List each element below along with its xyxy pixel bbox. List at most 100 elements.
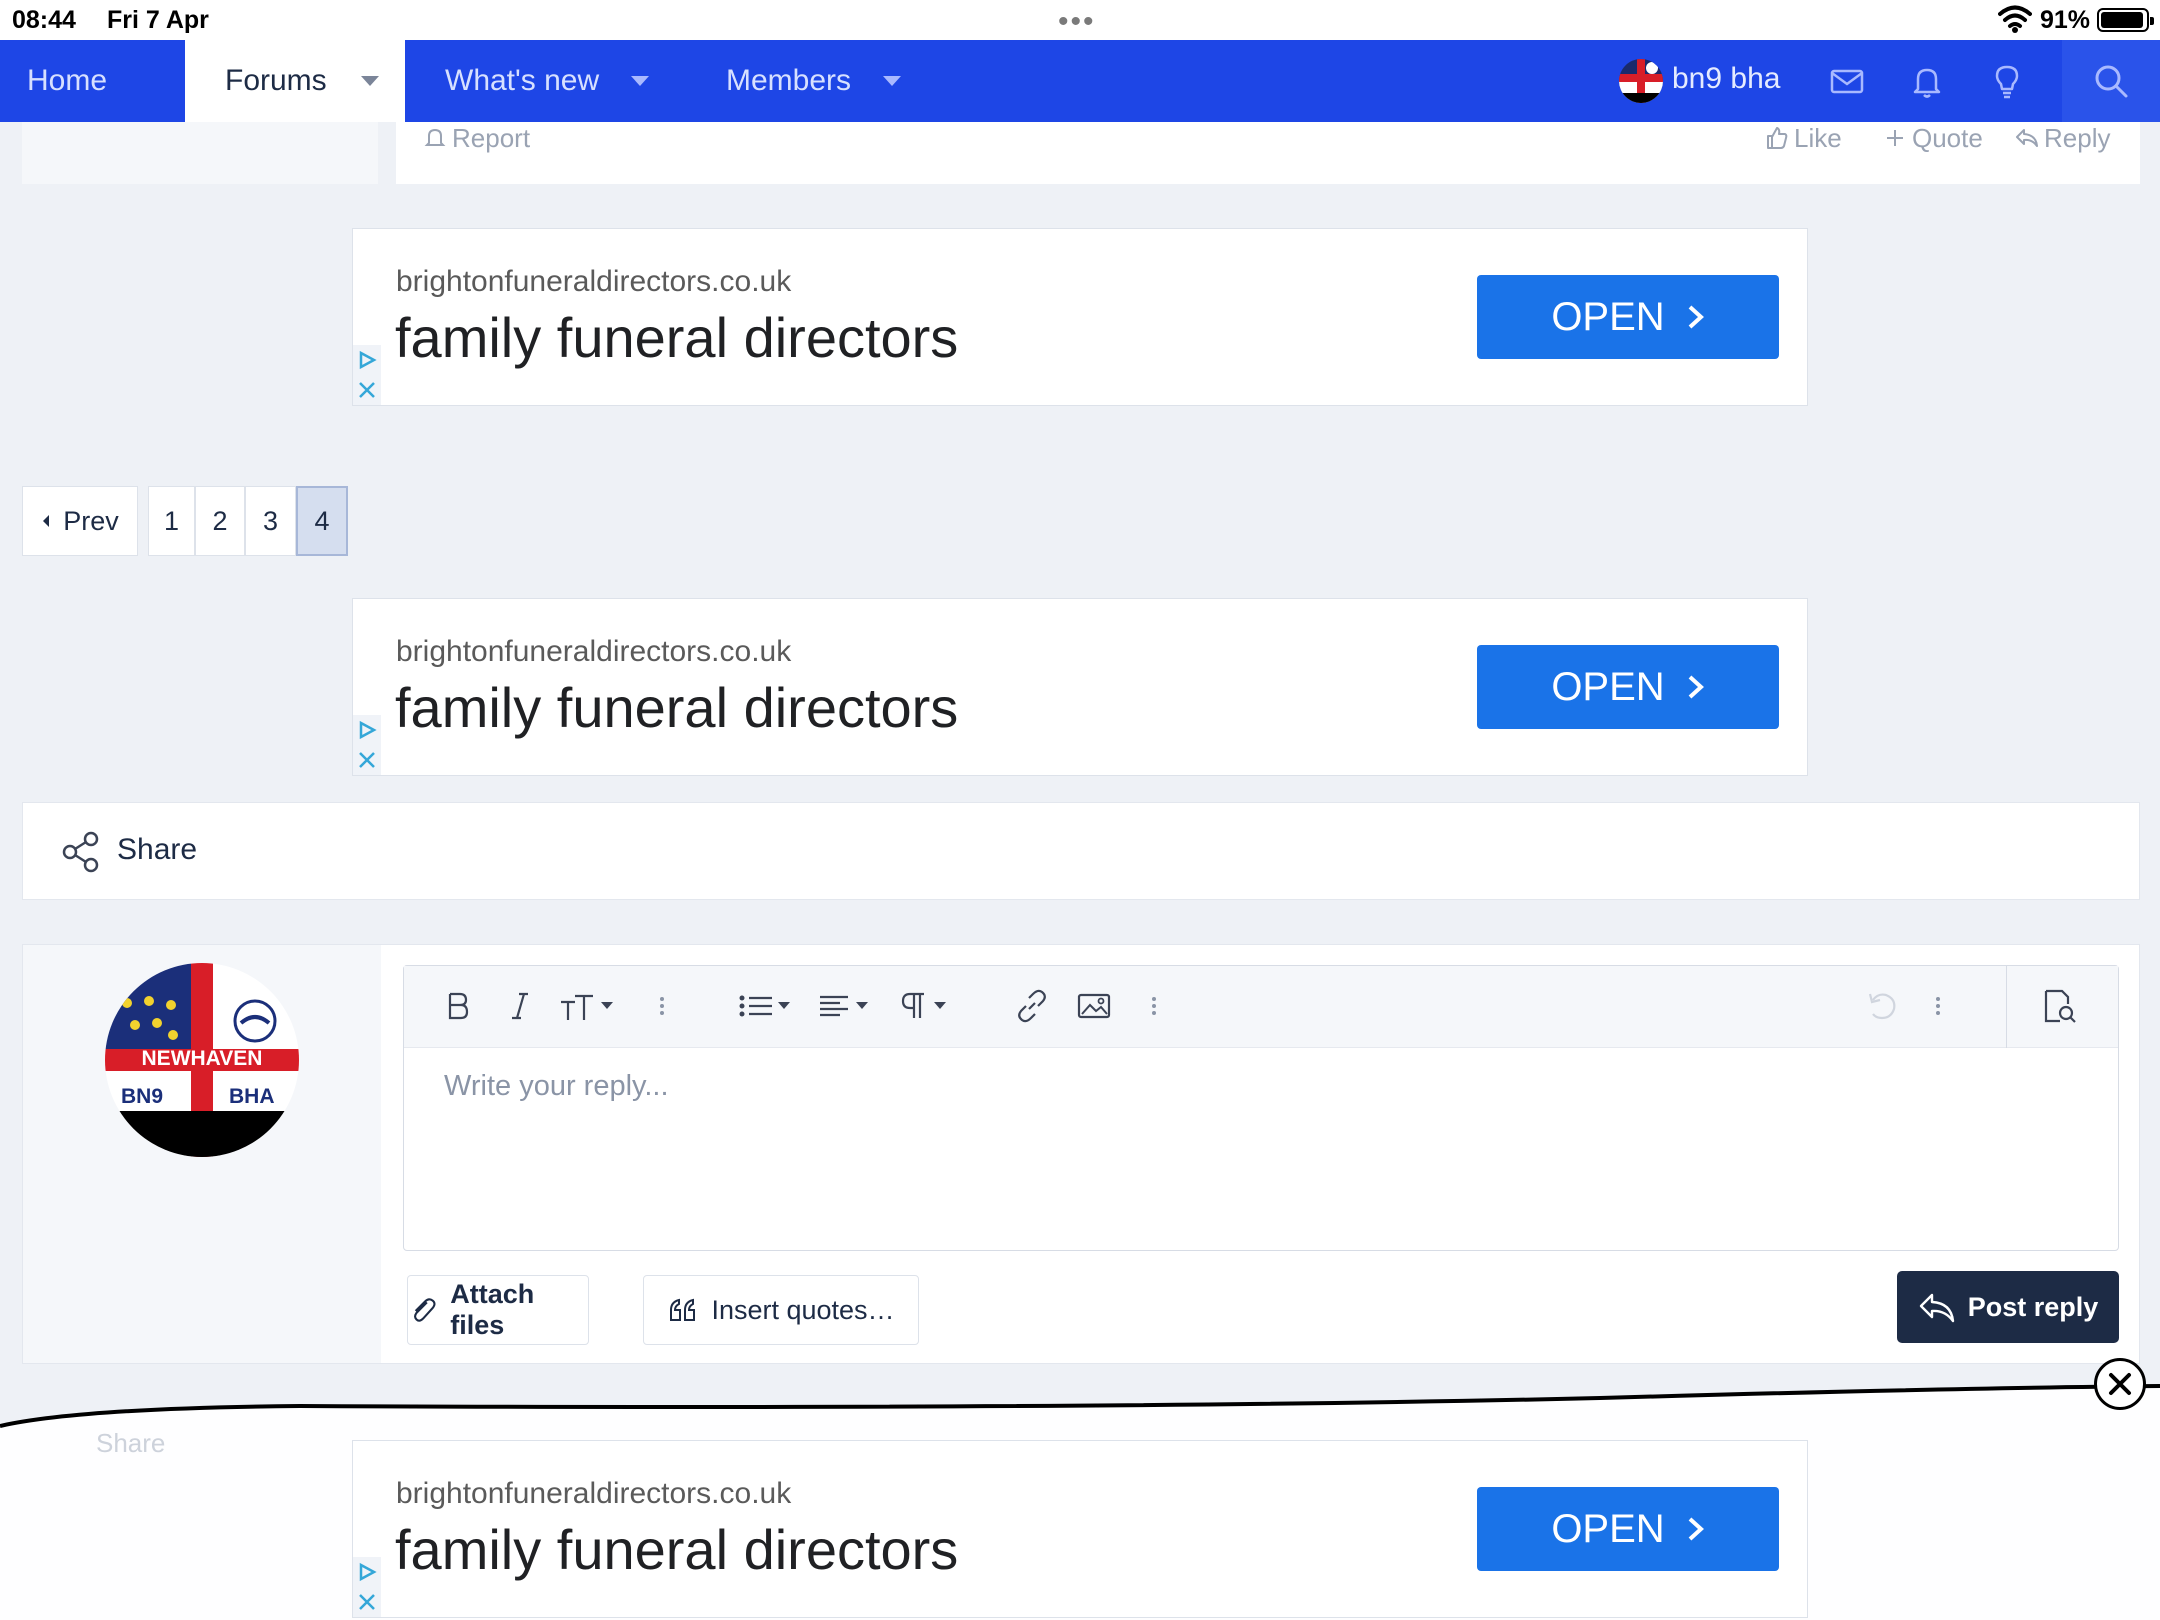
ad-open-button[interactable]: OPEN [1477,275,1779,359]
nav-tab-whats-new[interactable]: What's new [445,40,675,122]
pagination-prev-label: Prev [63,505,119,536]
paragraph-button[interactable] [900,986,956,1026]
lightbulb-icon[interactable] [1986,60,2028,102]
report-link[interactable]: Report [422,122,530,154]
status-bar: 08:44 Fri 7 Apr ••• 91% [0,0,2160,40]
nav-tab-label: Home [26,64,108,97]
more-insert-options-icon[interactable] [1150,986,1158,1026]
pagination-prev[interactable]: Prev [22,486,138,556]
sticky-ad-banner[interactable]: brightonfuneraldirectors.co.uk family fu… [352,1440,1808,1618]
wifi-icon [1998,5,2032,33]
ad-open-label: OPEN [1551,294,1665,339]
adchoices-icon[interactable] [353,715,381,745]
chevron-right-icon [1688,675,1704,699]
reply-avatar-column: NEWHAVEN BN9 BHA [23,945,381,1363]
pagination-page-1[interactable]: 1 [148,486,195,556]
chevron-down-icon[interactable] [631,76,650,86]
ad-open-label: OPEN [1551,664,1665,709]
page-number: 1 [163,505,180,536]
link-button[interactable] [1014,986,1050,1026]
paragraph-icon [901,992,946,1018]
ad-close-icon[interactable] [353,745,381,775]
bold-icon [448,992,469,1020]
ad-close-icon[interactable] [353,375,381,405]
post-author-column [22,122,378,184]
chevron-down-icon[interactable] [883,76,902,86]
nav-tab-label: Forums [225,64,327,97]
attach-files-button[interactable]: Attach files [407,1275,589,1345]
insert-quotes-button[interactable]: Insert quotes… [643,1275,919,1345]
quote-icon [670,1298,696,1321]
post-reply-button[interactable]: Post reply [1897,1271,2119,1343]
list-button[interactable] [738,986,794,1026]
preview-button[interactable] [2040,986,2080,1026]
page-number: 2 [212,505,228,536]
chevron-right-icon [1688,305,1704,329]
pagination-page-3[interactable]: 3 [245,486,296,556]
sticky-ad-close-button[interactable] [2094,1358,2146,1410]
like-label: Like [1794,122,1842,153]
reply-placeholder[interactable]: Write your reply... [444,1070,669,1103]
avatar-text-bn9: BN9 [121,1085,164,1108]
reply-user-avatar[interactable]: NEWHAVEN BN9 BHA [105,963,299,1157]
main-navigation: Home Forums What's new Members bn9 bha [0,40,2160,122]
ad-open-button[interactable]: OPEN [1477,1487,1779,1571]
align-button[interactable] [818,986,874,1026]
user-avatar[interactable] [1619,59,1663,103]
ad-close-icon[interactable] [353,1587,381,1617]
quote-link[interactable]: Quote [1882,122,1983,154]
pagination-page-2[interactable]: 2 [195,486,245,556]
nav-tab-forums[interactable]: Forums [185,40,405,122]
ad-open-button[interactable]: OPEN [1477,645,1779,729]
nav-username[interactable]: bn9 bha [1672,62,1780,96]
battery-icon [2097,8,2154,32]
align-icon [820,995,868,1017]
more-options-icon[interactable] [1934,986,1942,1026]
plus-icon [1887,130,1903,146]
chevron-right-icon [1688,1517,1704,1541]
battery-percent: 91% [2040,6,2091,34]
search-button[interactable] [2062,40,2160,122]
reply-editor[interactable]: Write your reply... [403,965,2119,1251]
attach-files-label: Attach files [450,1279,535,1340]
list-icon [739,995,790,1017]
share-icon [62,831,99,873]
more-text-options-icon[interactable] [658,986,666,1026]
nav-tab-members[interactable]: Members [726,40,926,122]
italic-button[interactable] [510,986,530,1026]
italic-icon [512,992,528,1020]
bell-icon[interactable] [1906,60,1948,102]
undo-button[interactable] [1864,986,1900,1026]
font-size-icon [561,994,613,1020]
adchoices-icon[interactable] [353,1557,381,1587]
ad-headline[interactable]: family funeral directors [395,305,958,370]
image-icon [1077,993,1111,1019]
status-date: Fri 7 Apr [107,6,209,34]
multitasking-dots-icon[interactable]: ••• [1058,7,1096,37]
ad-domain: brightonfuneraldirectors.co.uk [396,635,792,668]
inbox-icon[interactable] [1826,60,1868,102]
reply-arrow-icon [1919,1293,1954,1323]
report-label: Report [452,122,531,153]
reply-link[interactable]: Reply [2014,122,2110,154]
nav-tab-home[interactable]: Home [0,40,134,122]
ad-headline[interactable]: family funeral directors [395,675,958,740]
chevron-down-icon[interactable] [360,76,379,86]
search-icon [2095,65,2128,98]
like-link[interactable]: Like [1764,122,1842,154]
link-icon [1018,989,1046,1023]
nav-tab-label: Members [726,64,852,97]
share-bar[interactable]: Share [22,802,2140,900]
image-button[interactable] [1076,986,1112,1026]
editor-toolbar [404,966,2118,1048]
adchoices-icon[interactable] [353,345,381,375]
status-time: 08:44 [12,6,76,34]
font-size-button[interactable] [559,986,619,1026]
ad-banner[interactable]: brightonfuneraldirectors.co.uk family fu… [352,598,1808,776]
ad-headline[interactable]: family funeral directors [395,1517,958,1582]
pagination-page-4[interactable]: 4 [296,486,348,556]
ad-banner[interactable]: brightonfuneraldirectors.co.uk family fu… [352,228,1808,406]
bold-button[interactable] [446,986,470,1026]
avatar-text-newhaven: NEWHAVEN [141,1047,263,1070]
insert-quotes-label: Insert quotes… [711,1294,895,1325]
